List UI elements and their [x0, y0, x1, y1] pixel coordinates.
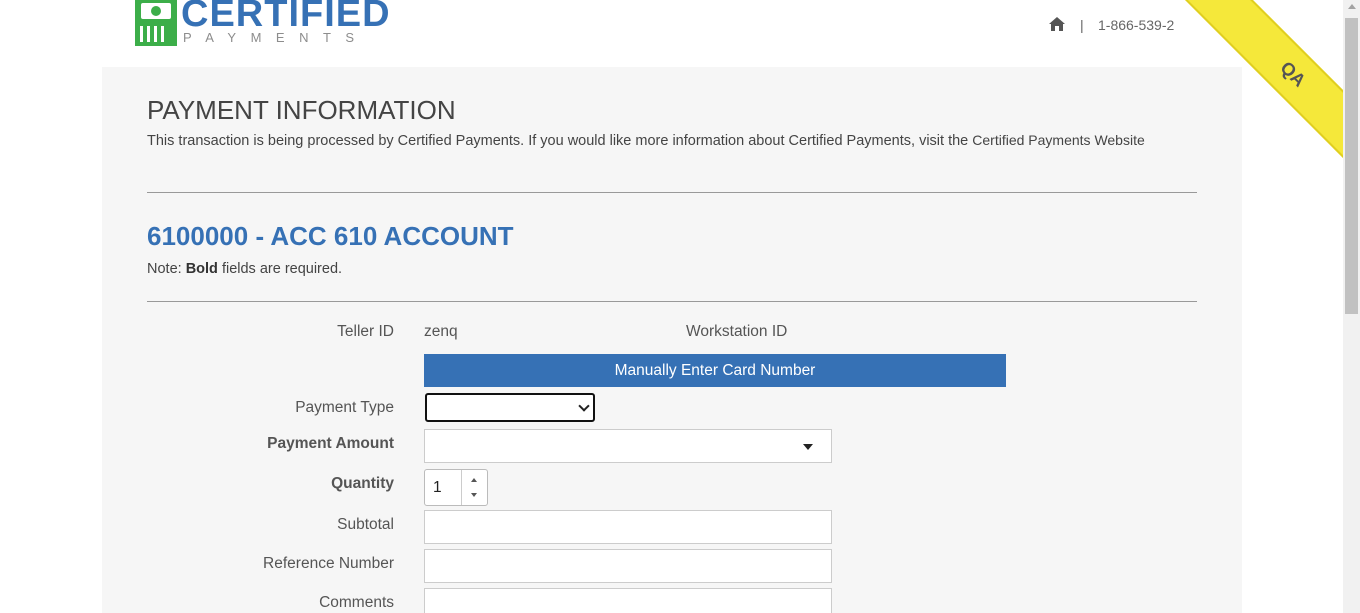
decrement-icon[interactable]	[471, 493, 477, 497]
certified-payments-logo[interactable]: CERTIFIED PAYMENTS	[135, 0, 395, 48]
note-suffix: fields are required.	[221, 261, 343, 277]
comments-field[interactable]	[424, 588, 832, 613]
account-title: 6100000 - ACC 610 ACCOUNT	[147, 221, 514, 251]
payment-amount-dropdown[interactable]	[424, 429, 832, 463]
caret-down-icon	[803, 444, 813, 450]
increment-icon[interactable]	[471, 478, 477, 482]
payment-type-label: Payment Type	[295, 399, 394, 416]
quantity-value: 1	[433, 479, 442, 496]
logo-mark-icon	[135, 0, 177, 46]
scroll-up-icon[interactable]	[1348, 4, 1356, 9]
divider	[147, 192, 1197, 193]
quantity-stepper[interactable]: 1	[424, 469, 488, 506]
workstation-id-label: Workstation ID	[686, 323, 788, 340]
header-separator: |	[1080, 17, 1084, 33]
divider	[147, 301, 1197, 302]
note-prefix: Note:	[147, 261, 182, 277]
stepper-buttons[interactable]	[461, 470, 487, 505]
note-bold: Bold	[185, 261, 218, 277]
reference-number-field[interactable]	[424, 549, 832, 583]
scrollbar-thumb[interactable]	[1345, 18, 1358, 314]
intro-text: This transaction is being processed by C…	[147, 129, 1187, 152]
intro-body: This transaction is being processed by C…	[147, 133, 969, 149]
reference-number-label: Reference Number	[263, 555, 394, 572]
teller-id-value: zenq	[424, 323, 458, 340]
comments-label: Comments	[319, 594, 394, 611]
page-scrollbar[interactable]	[1343, 0, 1360, 613]
manually-enter-card-number-button[interactable]: Manually Enter Card Number	[424, 354, 1006, 387]
chevron-down-icon	[578, 400, 590, 412]
teller-id-label: Teller ID	[337, 323, 394, 340]
required-note: Note: Bold fields are required.	[147, 261, 342, 277]
payment-type-select[interactable]	[425, 393, 595, 422]
quantity-label: Quantity	[331, 475, 394, 492]
page-title: PAYMENT INFORMATION	[147, 95, 456, 125]
certified-payments-website-link[interactable]: Certified Payments Website	[972, 132, 1144, 148]
home-icon[interactable]	[1048, 16, 1066, 32]
payment-amount-label: Payment Amount	[267, 435, 394, 452]
logo-subtitle: PAYMENTS	[183, 30, 369, 45]
subtotal-field[interactable]	[424, 510, 832, 544]
payment-panel: PAYMENT INFORMATION This transaction is …	[102, 67, 1242, 613]
subtotal-label: Subtotal	[337, 516, 394, 533]
